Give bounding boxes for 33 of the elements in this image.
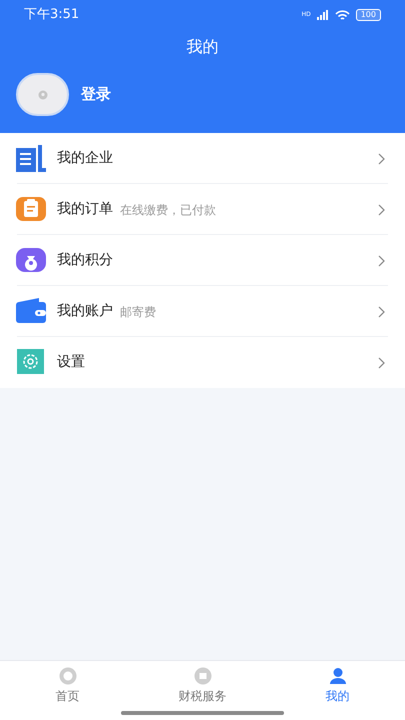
chevron-right-icon <box>378 306 385 318</box>
menu-hint: 在线缴费，已付款 <box>120 202 216 218</box>
menu-label: 我的账户 <box>57 302 113 321</box>
menu-item[interactable]: 我的积分 <box>0 235 405 286</box>
avatar[interactable] <box>16 73 69 116</box>
chevron-right-icon <box>378 204 385 216</box>
signal-icon <box>316 10 329 20</box>
tab-icon <box>58 667 78 685</box>
gear-icon <box>16 349 46 376</box>
clipboard-icon <box>16 196 46 223</box>
menu-item[interactable]: 我的账户 邮寄费 <box>0 286 405 337</box>
menu-item[interactable]: 我的企业 <box>0 133 405 184</box>
battery-indicator: 100 <box>356 9 381 21</box>
menu-label: 我的积分 <box>57 251 113 270</box>
menu-item[interactable]: 我的订单 在线缴费，已付款 <box>0 184 405 235</box>
menu-label: 我的订单 <box>57 200 113 219</box>
tab-icon <box>192 667 212 685</box>
chevron-right-icon <box>378 152 385 164</box>
menu-label: 我的企业 <box>57 149 113 168</box>
money-bag-icon <box>16 247 46 274</box>
chevron-right-icon <box>378 254 385 266</box>
building-icon <box>16 145 46 172</box>
menu-item[interactable]: 设置 <box>0 337 405 388</box>
menu-label: 设置 <box>57 353 85 372</box>
page-title: 我的 <box>186 36 220 58</box>
status-time: 下午3:51 <box>24 6 80 24</box>
login-link[interactable]: 登录 <box>81 83 111 106</box>
menu-hint: 邮寄费 <box>120 304 156 320</box>
wifi-icon <box>334 10 350 20</box>
chevron-right-icon <box>378 356 385 368</box>
wallet-icon <box>16 298 46 325</box>
person-icon <box>328 667 348 685</box>
tab[interactable]: 我的 <box>270 661 405 720</box>
